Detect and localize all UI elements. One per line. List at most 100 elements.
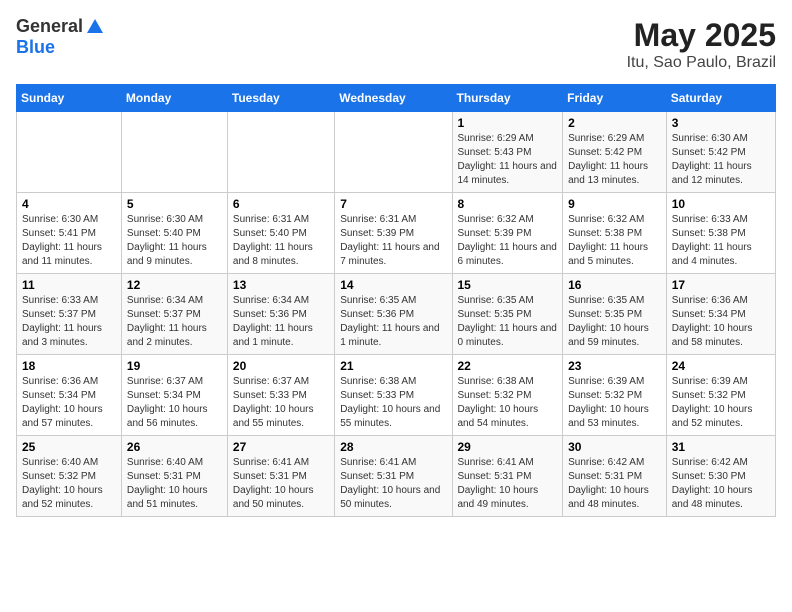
day-info: Sunrise: 6:30 AM Sunset: 5:42 PM Dayligh… [672,132,770,188]
week-row-3: 11 Sunrise: 6:33 AM Sunset: 5:37 PM Dayli… [17,274,776,355]
day-number: 29 [458,440,558,454]
day-number: 10 [672,197,770,211]
calendar-cell [17,112,122,193]
day-info: Sunrise: 6:31 AM Sunset: 5:40 PM Dayligh… [233,213,329,269]
calendar-cell: 23 Sunrise: 6:39 AM Sunset: 5:32 PM Dayli… [563,355,667,436]
logo-text-general: General [16,16,83,37]
header-day-wednesday: Wednesday [335,85,452,112]
day-info: Sunrise: 6:35 AM Sunset: 5:36 PM Dayligh… [340,294,446,350]
calendar-cell: 14 Sunrise: 6:35 AM Sunset: 5:36 PM Dayli… [335,274,452,355]
day-info: Sunrise: 6:40 AM Sunset: 5:32 PM Dayligh… [22,456,116,512]
calendar-cell: 10 Sunrise: 6:33 AM Sunset: 5:38 PM Dayli… [666,193,775,274]
day-number: 22 [458,359,558,373]
day-number: 13 [233,278,329,292]
calendar-cell [227,112,334,193]
header-day-friday: Friday [563,85,667,112]
day-info: Sunrise: 6:36 AM Sunset: 5:34 PM Dayligh… [672,294,770,350]
day-number: 11 [22,278,116,292]
header-day-sunday: Sunday [17,85,122,112]
header-day-saturday: Saturday [666,85,775,112]
calendar-cell: 13 Sunrise: 6:34 AM Sunset: 5:36 PM Dayli… [227,274,334,355]
day-info: Sunrise: 6:42 AM Sunset: 5:31 PM Dayligh… [568,456,661,512]
calendar-cell: 17Sunrise: 6:36 AM Sunset: 5:34 PM Dayli… [666,274,775,355]
page-subtitle: Itu, Sao Paulo, Brazil [627,54,776,72]
calendar-cell: 3 Sunrise: 6:30 AM Sunset: 5:42 PM Daylig… [666,112,775,193]
page-header: General Blue May 2025 Itu, Sao Paulo, Br… [16,16,776,72]
week-row-4: 18Sunrise: 6:36 AM Sunset: 5:34 PM Dayli… [17,355,776,436]
day-info: Sunrise: 6:31 AM Sunset: 5:39 PM Dayligh… [340,213,446,269]
calendar-cell: 5 Sunrise: 6:30 AM Sunset: 5:40 PM Daylig… [121,193,227,274]
page-title: May 2025 [627,16,776,54]
day-number: 5 [127,197,222,211]
day-number: 1 [458,116,558,130]
calendar-cell: 8 Sunrise: 6:32 AM Sunset: 5:39 PM Daylig… [452,193,563,274]
day-number: 6 [233,197,329,211]
day-info: Sunrise: 6:33 AM Sunset: 5:38 PM Dayligh… [672,213,770,269]
header-day-tuesday: Tuesday [227,85,334,112]
calendar-cell: 9 Sunrise: 6:32 AM Sunset: 5:38 PM Daylig… [563,193,667,274]
calendar-cell: 18Sunrise: 6:36 AM Sunset: 5:34 PM Dayli… [17,355,122,436]
header-day-thursday: Thursday [452,85,563,112]
day-info: Sunrise: 6:41 AM Sunset: 5:31 PM Dayligh… [340,456,446,512]
calendar-cell [121,112,227,193]
day-number: 2 [568,116,661,130]
day-number: 15 [458,278,558,292]
day-number: 30 [568,440,661,454]
day-info: Sunrise: 6:33 AM Sunset: 5:37 PM Dayligh… [22,294,116,350]
calendar-cell: 28 Sunrise: 6:41 AM Sunset: 5:31 PM Dayli… [335,436,452,517]
day-number: 24 [672,359,770,373]
week-row-1: 1Sunrise: 6:29 AM Sunset: 5:43 PM Daylig… [17,112,776,193]
calendar-cell: 6 Sunrise: 6:31 AM Sunset: 5:40 PM Daylig… [227,193,334,274]
calendar-cell: 12Sunrise: 6:34 AM Sunset: 5:37 PM Dayli… [121,274,227,355]
calendar-cell: 7 Sunrise: 6:31 AM Sunset: 5:39 PM Daylig… [335,193,452,274]
day-info: Sunrise: 6:38 AM Sunset: 5:32 PM Dayligh… [458,375,558,431]
day-number: 9 [568,197,661,211]
calendar-cell: 27Sunrise: 6:41 AM Sunset: 5:31 PM Dayli… [227,436,334,517]
day-info: Sunrise: 6:35 AM Sunset: 5:35 PM Dayligh… [568,294,661,350]
calendar-cell: 1Sunrise: 6:29 AM Sunset: 5:43 PM Daylig… [452,112,563,193]
day-number: 28 [340,440,446,454]
calendar-cell: 2 Sunrise: 6:29 AM Sunset: 5:42 PM Daylig… [563,112,667,193]
calendar-cell: 24 Sunrise: 6:39 AM Sunset: 5:32 PM Dayli… [666,355,775,436]
logo-text-blue: Blue [16,37,55,58]
day-number: 8 [458,197,558,211]
day-info: Sunrise: 6:29 AM Sunset: 5:42 PM Dayligh… [568,132,661,188]
day-number: 12 [127,278,222,292]
calendar-cell [335,112,452,193]
day-number: 7 [340,197,446,211]
calendar-cell: 19 Sunrise: 6:37 AM Sunset: 5:34 PM Dayli… [121,355,227,436]
day-info: Sunrise: 6:41 AM Sunset: 5:31 PM Dayligh… [458,456,558,512]
week-row-5: 25Sunrise: 6:40 AM Sunset: 5:32 PM Dayli… [17,436,776,517]
day-number: 3 [672,116,770,130]
day-number: 23 [568,359,661,373]
calendar-cell: 22 Sunrise: 6:38 AM Sunset: 5:32 PM Dayli… [452,355,563,436]
calendar-cell: 21Sunrise: 6:38 AM Sunset: 5:33 PM Dayli… [335,355,452,436]
logo: General Blue [16,16,105,58]
calendar-cell: 11 Sunrise: 6:33 AM Sunset: 5:37 PM Dayli… [17,274,122,355]
day-number: 19 [127,359,222,373]
calendar-cell: 25Sunrise: 6:40 AM Sunset: 5:32 PM Dayli… [17,436,122,517]
day-info: Sunrise: 6:42 AM Sunset: 5:30 PM Dayligh… [672,456,770,512]
day-number: 27 [233,440,329,454]
calendar-table: SundayMondayTuesdayWednesdayThursdayFrid… [16,84,776,517]
day-number: 16 [568,278,661,292]
calendar-cell: 15Sunrise: 6:35 AM Sunset: 5:35 PM Dayli… [452,274,563,355]
day-number: 31 [672,440,770,454]
day-number: 20 [233,359,329,373]
day-number: 26 [127,440,222,454]
calendar-cell: 20 Sunrise: 6:37 AM Sunset: 5:33 PM Dayli… [227,355,334,436]
day-info: Sunrise: 6:32 AM Sunset: 5:39 PM Dayligh… [458,213,558,269]
day-info: Sunrise: 6:30 AM Sunset: 5:40 PM Dayligh… [127,213,222,269]
day-number: 14 [340,278,446,292]
day-info: Sunrise: 6:32 AM Sunset: 5:38 PM Dayligh… [568,213,661,269]
header-day-monday: Monday [121,85,227,112]
day-info: Sunrise: 6:39 AM Sunset: 5:32 PM Dayligh… [672,375,770,431]
day-info: Sunrise: 6:39 AM Sunset: 5:32 PM Dayligh… [568,375,661,431]
day-info: Sunrise: 6:34 AM Sunset: 5:36 PM Dayligh… [233,294,329,350]
day-info: Sunrise: 6:40 AM Sunset: 5:31 PM Dayligh… [127,456,222,512]
week-row-2: 4Sunrise: 6:30 AM Sunset: 5:41 PM Daylig… [17,193,776,274]
day-info: Sunrise: 6:37 AM Sunset: 5:33 PM Dayligh… [233,375,329,431]
calendar-cell: 31 Sunrise: 6:42 AM Sunset: 5:30 PM Dayli… [666,436,775,517]
day-info: Sunrise: 6:37 AM Sunset: 5:34 PM Dayligh… [127,375,222,431]
day-info: Sunrise: 6:36 AM Sunset: 5:34 PM Dayligh… [22,375,116,431]
